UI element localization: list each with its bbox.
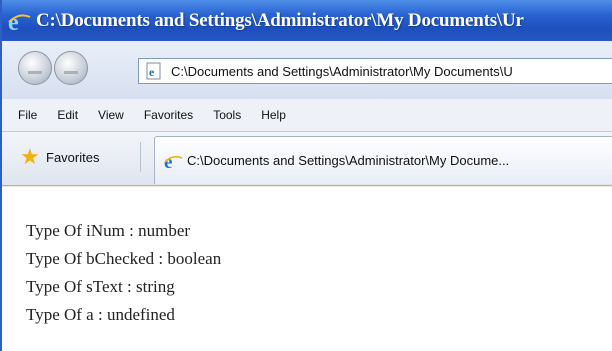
output-line: Type Of bChecked : boolean <box>26 249 222 268</box>
back-arrow-icon <box>28 62 42 74</box>
output-line: Type Of sText : string <box>26 277 175 296</box>
star-icon: ★ <box>20 144 40 169</box>
menu-file[interactable]: File <box>18 108 37 122</box>
window-title: C:\Documents and Settings\Administrator\… <box>36 9 524 31</box>
menu-favorites[interactable]: Favorites <box>144 108 193 122</box>
tab-current-page[interactable]: e C:\Documents and Settings\Administrato… <box>154 136 612 184</box>
address-input[interactable]: C:\Documents and Settings\Administrator\… <box>171 64 513 79</box>
back-button[interactable] <box>18 51 52 85</box>
svg-text:e: e <box>149 65 155 79</box>
menu-help[interactable]: Help <box>261 108 286 122</box>
favorites-label: Favorites <box>46 149 100 165</box>
ie-logo-icon: e <box>163 151 183 173</box>
address-bar[interactable]: e C:\Documents and Settings\Administrato… <box>138 58 612 84</box>
output-line: Type Of a : undefined <box>26 305 175 324</box>
ie-logo-icon: e <box>6 8 32 36</box>
forward-arrow-icon <box>64 62 78 74</box>
browser-window: e C:\Documents and Settings\Administrato… <box>0 0 612 351</box>
menu-view[interactable]: View <box>98 108 124 122</box>
favorites-divider <box>140 142 141 172</box>
tab-label: C:\Documents and Settings\Administrator\… <box>187 153 510 168</box>
navigation-bar: e C:\Documents and Settings\Administrato… <box>2 41 612 99</box>
menu-edit[interactable]: Edit <box>57 108 78 122</box>
favorites-bar: ★ Favorites e C:\Documents and Settings\… <box>2 132 612 186</box>
output-line: Type Of iNum : number <box>26 221 191 240</box>
forward-button[interactable] <box>54 51 88 85</box>
menu-bar: File Edit View Favorites Tools Help <box>2 99 612 132</box>
favorites-button[interactable]: ★ Favorites <box>20 144 99 170</box>
menu-tools[interactable]: Tools <box>213 108 241 122</box>
page-icon: e <box>145 62 163 80</box>
title-bar[interactable]: e C:\Documents and Settings\Administrato… <box>2 0 612 41</box>
page-content: Type Of iNum : number Type Of bChecked :… <box>2 187 612 351</box>
